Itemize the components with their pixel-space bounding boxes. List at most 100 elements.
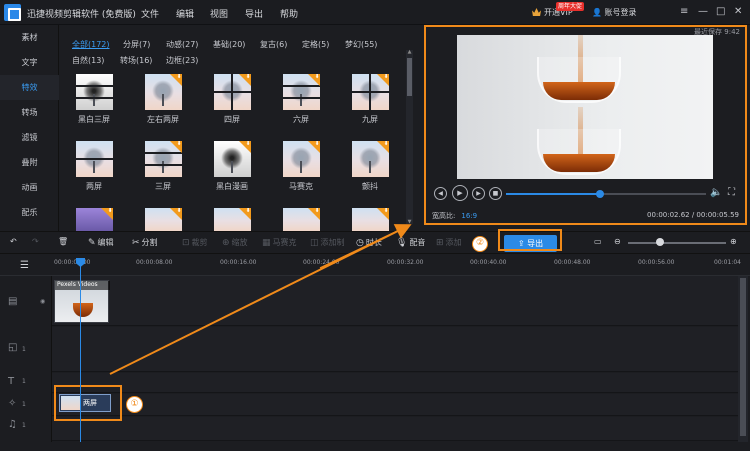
text-track[interactable] bbox=[52, 373, 738, 393]
category-all[interactable]: 全部(172) bbox=[72, 39, 110, 50]
video-track[interactable] bbox=[52, 276, 738, 326]
voiceover-button[interactable]: 🎙 配音 bbox=[396, 237, 425, 248]
volume-icon[interactable]: 🔈 bbox=[710, 187, 722, 198]
sidebar-item-overlay[interactable]: 叠附 bbox=[0, 150, 59, 175]
category-nature[interactable]: 自然(13) bbox=[72, 55, 104, 66]
category-basic[interactable]: 基础(20) bbox=[213, 39, 245, 50]
category-freeze[interactable]: 定格(5) bbox=[302, 39, 329, 50]
download-icon bbox=[376, 141, 389, 153]
effect-item[interactable]: 左右两屏 bbox=[133, 74, 193, 125]
pip-track[interactable] bbox=[52, 327, 738, 372]
effect-item[interactable]: 六屏 bbox=[271, 74, 331, 125]
playhead[interactable] bbox=[80, 264, 81, 442]
minimize-icon[interactable]: — bbox=[698, 6, 708, 18]
stop-icon[interactable]: ■ bbox=[489, 187, 502, 200]
timeline-zoom-handle[interactable] bbox=[656, 238, 664, 246]
sidebar-item-animation[interactable]: 动画 bbox=[0, 175, 59, 200]
add-button[interactable]: ⊞ 添加 bbox=[436, 237, 462, 248]
redo-icon[interactable]: ↷ bbox=[32, 237, 39, 246]
effects-scrollbar[interactable]: ▲ ▼ bbox=[406, 49, 413, 225]
crop-icon: ⊡ bbox=[182, 238, 190, 248]
effects-track[interactable] bbox=[52, 394, 738, 416]
close-icon[interactable]: ✕ bbox=[734, 6, 742, 18]
maximize-icon[interactable]: □ bbox=[716, 6, 725, 18]
vip-promo-badge: 周年大促 bbox=[556, 2, 585, 11]
video-preview[interactable] bbox=[457, 35, 713, 179]
aspect-value[interactable]: 16:9 bbox=[461, 212, 477, 220]
crown-icon bbox=[532, 8, 541, 16]
download-icon bbox=[100, 208, 113, 220]
timeline-ruler[interactable]: ☰ 00:00:00.00 00:00:08.00 00:00:16.00 00… bbox=[0, 256, 750, 276]
eye-icon[interactable]: ◉ bbox=[40, 298, 45, 305]
music-track[interactable] bbox=[52, 417, 738, 441]
progress-handle[interactable] bbox=[596, 190, 604, 198]
sidebar-item-transitions[interactable]: 转场 bbox=[0, 100, 59, 125]
effects-panel: 全部(172) 分屏(7) 动感(27) 基础(20) 复古(6) 定格(5) … bbox=[60, 25, 420, 231]
timeline-zoom-slider[interactable] bbox=[628, 242, 726, 244]
effect-label: 六屏 bbox=[293, 115, 309, 124]
edit-label: 编辑 bbox=[97, 238, 114, 247]
track-number: 1 bbox=[22, 378, 26, 385]
category-border[interactable]: 边框(23) bbox=[166, 55, 198, 66]
download-icon bbox=[376, 208, 389, 220]
effect-item[interactable]: 九屏 bbox=[340, 74, 400, 125]
category-split[interactable]: 分屏(7) bbox=[123, 39, 150, 50]
effect-thumbnail bbox=[75, 141, 113, 177]
zoom-button[interactable]: ⊕ 缩放 bbox=[222, 237, 248, 248]
scrollbar-thumb[interactable] bbox=[740, 278, 746, 436]
category-dream[interactable]: 梦幻(55) bbox=[345, 39, 377, 50]
add-track-icon[interactable]: ☰ bbox=[20, 260, 29, 271]
undo-icon[interactable]: ↶ bbox=[10, 237, 17, 246]
effect-item[interactable] bbox=[133, 208, 193, 231]
menu-help[interactable]: 帮助 bbox=[280, 7, 298, 20]
edit-button[interactable]: ✎ 编辑 bbox=[88, 237, 114, 248]
effect-item[interactable] bbox=[340, 208, 400, 231]
menu-view[interactable]: 视图 bbox=[210, 7, 228, 20]
category-dynamic[interactable]: 动感(27) bbox=[166, 39, 198, 50]
menu-file[interactable]: 文件 bbox=[141, 7, 159, 20]
play-icon[interactable]: ▶ bbox=[452, 185, 468, 201]
effect-item[interactable]: 黑白三屏 bbox=[64, 74, 124, 125]
scroll-down-icon[interactable]: ▼ bbox=[406, 219, 413, 225]
duration-button[interactable]: ◷ 时长 bbox=[356, 237, 382, 248]
effect-item[interactable] bbox=[202, 208, 262, 231]
scrollbar-thumb[interactable] bbox=[407, 58, 412, 96]
effect-item[interactable]: 黑白漫画 bbox=[202, 141, 262, 192]
zoom-in-icon[interactable]: ⊕ bbox=[730, 237, 737, 246]
screen-fit-icon[interactable]: ▭ bbox=[594, 237, 602, 246]
category-transition[interactable]: 转场(16) bbox=[120, 55, 152, 66]
scroll-up-icon[interactable]: ▲ bbox=[406, 49, 413, 55]
playback-progress[interactable] bbox=[506, 190, 706, 198]
next-frame-icon[interactable]: ▶ bbox=[472, 187, 485, 200]
freeze-button[interactable]: ◫ 添加制 bbox=[310, 237, 345, 248]
video-clip[interactable]: Pexels Videos bbox=[54, 280, 110, 323]
split-button[interactable]: ✂ 分割 bbox=[132, 237, 158, 248]
sidebar-item-effects[interactable]: 特效 bbox=[0, 75, 59, 100]
timeline-vertical-scrollbar[interactable] bbox=[738, 276, 748, 442]
category-retro[interactable]: 复古(6) bbox=[260, 39, 287, 50]
effect-item[interactable]: 两屏 bbox=[64, 141, 124, 192]
effect-item[interactable]: 三屏 bbox=[133, 141, 193, 192]
sidebar-item-music[interactable]: 配乐 bbox=[0, 200, 59, 225]
fullscreen-icon[interactable]: ⛶ bbox=[728, 187, 735, 198]
crop-button[interactable]: ⊡ 裁剪 bbox=[182, 237, 208, 248]
effect-item[interactable]: 四屏 bbox=[202, 74, 262, 125]
effect-item[interactable] bbox=[64, 208, 124, 231]
prev-frame-icon[interactable]: ◀ bbox=[434, 187, 447, 200]
sidebar-item-filters[interactable]: 滤镜 bbox=[0, 125, 59, 150]
timeline-horizontal-scrollbar[interactable] bbox=[0, 442, 750, 451]
effect-item[interactable] bbox=[271, 208, 331, 231]
mosaic-button[interactable]: ▦ 马赛克 bbox=[262, 237, 297, 248]
menu-icon[interactable]: ≡ bbox=[680, 6, 688, 18]
menu-edit[interactable]: 编辑 bbox=[176, 7, 194, 20]
effect-thumbnail bbox=[144, 74, 182, 110]
menu-export[interactable]: 导出 bbox=[245, 7, 263, 20]
sidebar-item-text[interactable]: 文字 bbox=[0, 50, 59, 75]
login-button[interactable]: 👤 账号登录 bbox=[592, 7, 637, 18]
mosaic-icon: ▦ bbox=[262, 238, 271, 248]
sidebar-item-material[interactable]: 素材 bbox=[0, 25, 59, 50]
effect-item[interactable]: 颤抖 bbox=[340, 141, 400, 192]
delete-icon[interactable]: 🗑 bbox=[58, 237, 68, 246]
zoom-out-icon[interactable]: ⊖ bbox=[614, 237, 621, 246]
effect-item[interactable]: 马赛克 bbox=[271, 141, 331, 192]
